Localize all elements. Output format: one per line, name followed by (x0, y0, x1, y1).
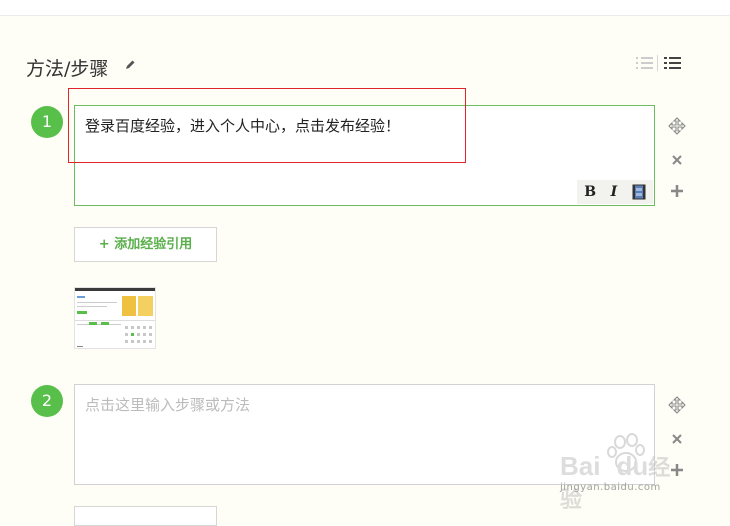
close-icon[interactable] (667, 150, 687, 170)
highlight-box (68, 88, 466, 163)
watermark-brand-suffix: du (616, 451, 649, 481)
bold-button[interactable]: B (584, 184, 596, 200)
numbered-list-icon[interactable] (636, 55, 654, 71)
section-title: 方法/步骤 (26, 58, 109, 80)
step-1-image[interactable] (74, 287, 156, 349)
step-1-number: 1 (31, 106, 63, 138)
view-toggle (636, 54, 682, 72)
watermark-url: jingyan.baidu.com (560, 482, 661, 493)
format-toolbar: B I (577, 180, 653, 204)
pencil-icon[interactable] (124, 59, 136, 71)
add-reference-button[interactable]: + 添加经验引用 (74, 227, 217, 262)
video-icon[interactable] (632, 184, 646, 200)
italic-button[interactable]: I (611, 184, 618, 200)
top-bar (0, 0, 730, 16)
move-icon[interactable] (667, 116, 687, 136)
plus-icon[interactable] (667, 181, 687, 201)
step-2-placeholder[interactable]: 点击这里输入步骤或方法 (85, 394, 250, 415)
view-divider (657, 55, 658, 71)
move-icon[interactable] (667, 395, 687, 415)
watermark-brand: Bai (560, 451, 601, 481)
step-2-number: 2 (31, 385, 63, 417)
bullet-list-icon[interactable] (664, 55, 682, 71)
add-reference-button-2[interactable] (74, 506, 217, 526)
